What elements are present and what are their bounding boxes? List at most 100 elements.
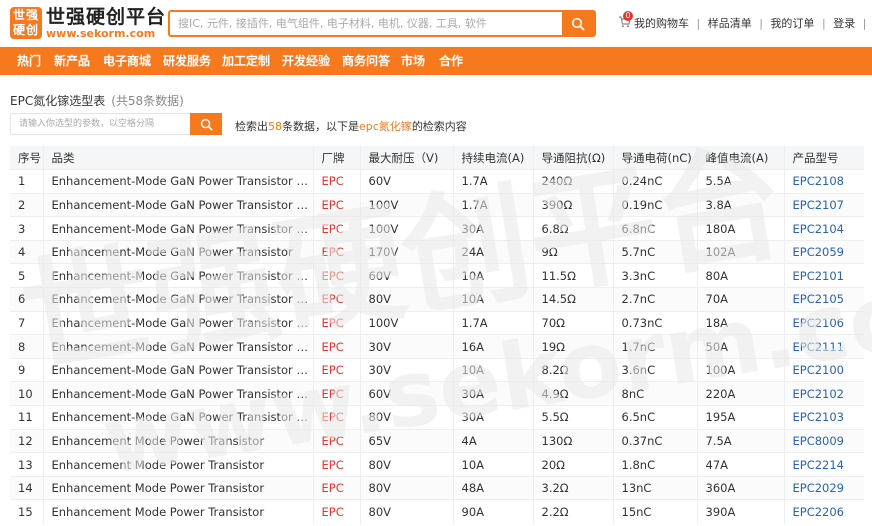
col-header-gate-charge[interactable]: 导通电荷(nC) [612, 146, 697, 170]
cell-peak-current: 102A [696, 239, 784, 264]
cell-index: 11 [10, 405, 43, 430]
cell-model[interactable]: EPC2059 [783, 239, 864, 264]
table-row[interactable]: 13 Enhancement Mode Power Transistor EPC 80… [10, 452, 864, 477]
cell-max-voltage: 65V [359, 428, 453, 453]
cell-model[interactable]: EPC2103 [783, 405, 864, 430]
cell-brand[interactable]: EPC [312, 499, 360, 524]
table-row[interactable]: 10 Enhancement-Mode GaN Power Transistor … [10, 381, 864, 406]
cell-brand[interactable]: EPC [312, 475, 360, 500]
cell-peak-current: 18A [696, 310, 784, 335]
cell-brand[interactable]: EPC [312, 452, 360, 477]
cell-brand[interactable]: EPC [312, 263, 360, 288]
col-header-continuous-current[interactable]: 持续电流(A) [452, 146, 533, 170]
cell-brand[interactable]: EPC [312, 287, 360, 312]
table-row[interactable]: 14 Enhancement Mode Power Transistor EPC 80… [10, 475, 864, 500]
col-header-model[interactable]: 产品型号 [783, 146, 864, 170]
cell-continuous-current: 48A [452, 475, 533, 500]
result-count: 58 [268, 120, 282, 133]
table-row[interactable]: 15 Enhancement Mode Power Transistor EPC 80… [10, 499, 864, 524]
cell-max-voltage: 80V [359, 499, 453, 524]
col-header-category[interactable]: 品类 [42, 146, 313, 170]
cell-model[interactable]: EPC2108 [783, 169, 864, 194]
col-header-brand[interactable]: 厂牌 [312, 146, 360, 170]
search-button[interactable] [562, 12, 594, 35]
col-header-index[interactable]: 序号 [10, 146, 43, 170]
cell-peak-current: 220A [696, 381, 784, 406]
cell-brand[interactable]: EPC [312, 239, 360, 264]
table-row[interactable]: 9 Enhancement-Mode GaN Power Transistor H… [10, 357, 864, 382]
cell-model[interactable]: EPC2029 [783, 475, 864, 500]
sample-list-link[interactable]: 样品清单 [708, 17, 752, 30]
cell-brand[interactable]: EPC [312, 357, 360, 382]
cell-model[interactable]: EPC2104 [783, 216, 864, 241]
table-row[interactable]: 4 Enhancement-Mode GaN Power Transistor EP… [10, 239, 864, 264]
table-row[interactable]: 3 Enhancement-Mode GaN Power Transistor H… [10, 216, 864, 241]
logo-badge[interactable]: 世强 硬创 [10, 7, 42, 39]
cell-category: Enhancement-Mode GaN Power Transistor Ha… [42, 357, 313, 382]
col-header-max-voltage[interactable]: 最大耐压（V) [359, 146, 453, 170]
nav-item-qa[interactable]: 商务问答 [342, 47, 390, 75]
cell-gate-charge: 13nC [612, 475, 697, 500]
table-row[interactable]: 7 Enhancement-Mode GaN Power Transistor H… [10, 310, 864, 335]
cell-on-resistance: 240Ω [532, 169, 613, 194]
cell-model[interactable]: EPC2206 [783, 499, 864, 524]
cell-model[interactable]: EPC2107 [783, 192, 864, 217]
cell-model[interactable]: EPC2105 [783, 287, 864, 312]
cell-category: Enhancement Mode Power Transistor [42, 452, 313, 477]
cell-category: Enhancement-Mode GaN Power Transistor Ha… [42, 381, 313, 406]
cell-model[interactable]: EPC8009 [783, 428, 864, 453]
nav-item-new-products[interactable]: 新产品 [54, 47, 90, 75]
cell-brand[interactable]: EPC [312, 334, 360, 359]
cell-peak-current: 70A [696, 287, 784, 312]
col-header-peak-current[interactable]: 峰值电流(A) [696, 146, 784, 170]
table-row[interactable]: 2 Enhancement-Mode GaN Power Transistor H… [10, 192, 864, 217]
my-orders-link[interactable]: 我的订单 [770, 17, 814, 30]
cell-brand[interactable]: EPC [312, 405, 360, 430]
cell-on-resistance: 11.5Ω [532, 263, 613, 288]
cell-model[interactable]: EPC2101 [783, 263, 864, 288]
login-link[interactable]: 登录 [833, 17, 855, 30]
nav-item-custom[interactable]: 加工定制 [222, 47, 270, 75]
cell-max-voltage: 80V [359, 452, 453, 477]
cart-link[interactable]: 0 我的购物车 [618, 11, 689, 31]
col-header-on-resistance[interactable]: 导通阻抗(Ω) [532, 146, 613, 170]
nav-item-cooperation[interactable]: 合作 [439, 47, 463, 75]
separator: | [862, 17, 867, 30]
cell-brand[interactable]: EPC [312, 310, 360, 335]
cell-model[interactable]: EPC2111 [783, 334, 864, 359]
nav-item-market[interactable]: 市场 [401, 47, 425, 75]
cell-brand[interactable]: EPC [312, 192, 360, 217]
cell-model[interactable]: EPC2102 [783, 381, 864, 406]
nav-item-mall[interactable]: 电子商城 [103, 47, 151, 75]
cell-peak-current: 50A [696, 334, 784, 359]
cell-max-voltage: 100V [359, 310, 453, 335]
cell-index: 4 [10, 239, 43, 264]
cell-brand[interactable]: EPC [312, 428, 360, 453]
cell-category: Enhancement-Mode GaN Power Transistor Ha… [42, 263, 313, 288]
search-input[interactable] [170, 12, 562, 35]
cell-peak-current: 7.5A [696, 428, 784, 453]
cell-continuous-current: 1.7A [452, 310, 533, 335]
cell-continuous-current: 30A [452, 381, 533, 406]
table-row[interactable]: 6 Enhancement-Mode GaN Power Transistor H… [10, 287, 864, 312]
logo[interactable]: 世强硬创平台 www.sekorm.com [46, 6, 166, 40]
cell-model[interactable]: EPC2106 [783, 310, 864, 335]
cell-continuous-current: 10A [452, 263, 533, 288]
table-row[interactable]: 8 Enhancement-Mode GaN Power Transistor H… [10, 334, 864, 359]
cell-brand[interactable]: EPC [312, 169, 360, 194]
cell-index: 10 [10, 381, 43, 406]
cell-model[interactable]: EPC2100 [783, 357, 864, 382]
nav-item-hot[interactable]: 热门 [17, 47, 41, 75]
cell-model[interactable]: EPC2214 [783, 452, 864, 477]
cell-brand[interactable]: EPC [312, 381, 360, 406]
parameter-search-button[interactable] [190, 113, 222, 135]
table-row[interactable]: 1 Enhancement-Mode GaN Power Transistor H… [10, 169, 864, 194]
cell-brand[interactable]: EPC [312, 216, 360, 241]
nav-item-dev-experience[interactable]: 开发经验 [282, 47, 330, 75]
cell-max-voltage: 100V [359, 192, 453, 217]
table-row[interactable]: 11 Enhancement-Mode GaN Power Transistor … [10, 405, 864, 430]
nav-item-rd-services[interactable]: 研发服务 [163, 47, 211, 75]
table-row[interactable]: 12 Enhancement Mode Power Transistor EPC 65… [10, 428, 864, 453]
parameter-filter-input[interactable] [11, 114, 189, 134]
table-row[interactable]: 5 Enhancement-Mode GaN Power Transistor H… [10, 263, 864, 288]
